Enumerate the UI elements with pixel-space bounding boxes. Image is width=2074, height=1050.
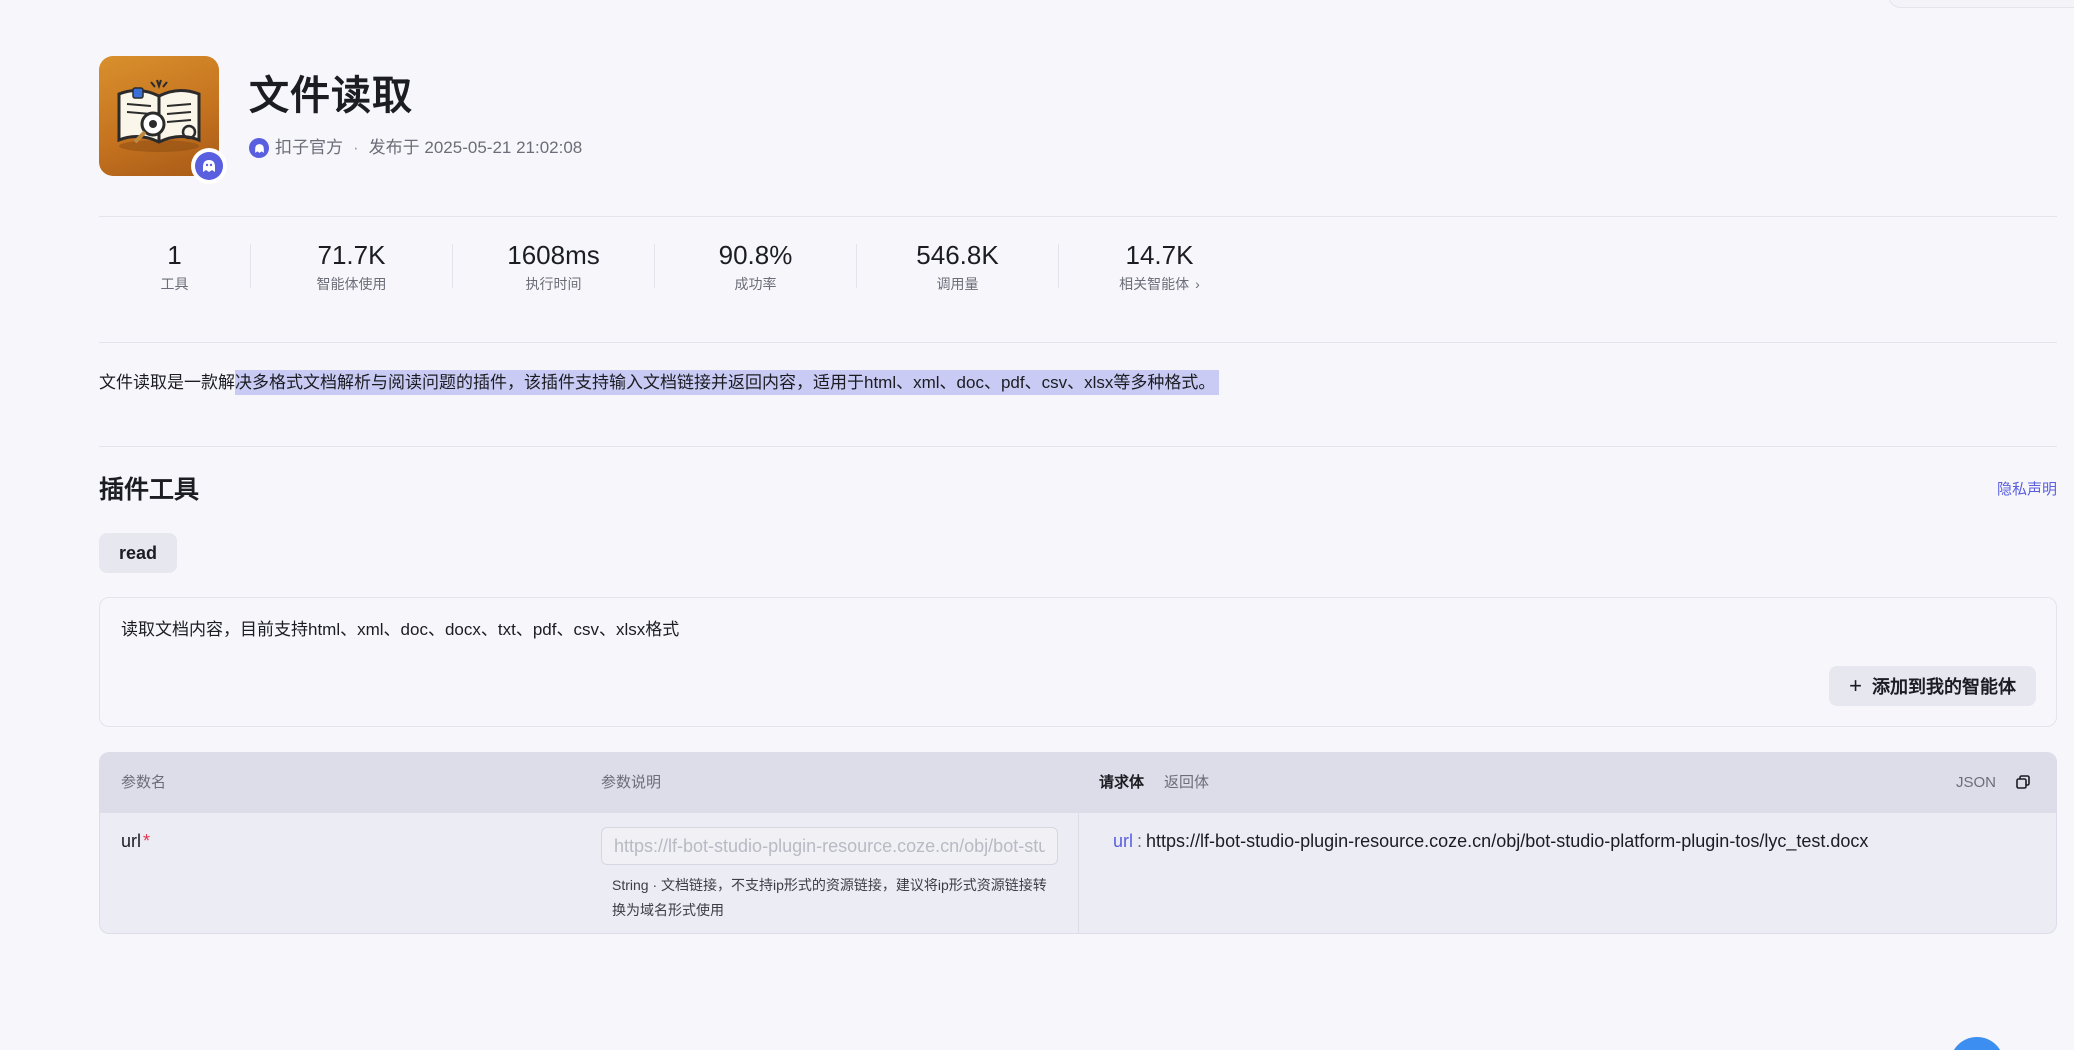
params-table-header: 参数名 参数说明 请求体 返回体 JSON [100, 753, 2056, 813]
stats-row: 1 工具 71.7K 智能体使用 1608ms 执行时间 90.8% 成功率 5… [99, 240, 1260, 292]
required-mark: * [143, 831, 151, 851]
coze-org-icon [249, 138, 269, 158]
privacy-link[interactable]: 隐私声明 [1997, 480, 2057, 500]
plus-icon: + [1849, 673, 1862, 698]
stat-value: 1 [167, 240, 182, 270]
plugin-header: 文件读取 扣子官方 · 发布于 2025-05-21 21:02:08 [99, 56, 2057, 184]
json-example: url: https://lf-bot-studio-plugin-resourc… [1113, 829, 1868, 853]
stat-related-bots[interactable]: 14.7K 相关智能体 › [1059, 240, 1260, 292]
json-value: https://lf-bot-studio-plugin-resource.co… [1146, 831, 1869, 851]
stat-value: 90.8% [718, 240, 793, 270]
stat-label: 工具 [160, 276, 189, 292]
divider [99, 446, 2057, 447]
divider [99, 216, 2057, 217]
param-help-text: String · 文档链接，不支持ip形式的资源链接，建议将ip形式资源链接转换… [612, 877, 1047, 918]
tab-request-body[interactable]: 请求体 [1099, 773, 1144, 793]
stat-value: 546.8K [916, 240, 999, 270]
stat-bot-usage: 71.7K 智能体使用 [251, 240, 453, 292]
publisher-name[interactable]: 扣子官方 [275, 136, 343, 160]
book-reading-icon [99, 56, 227, 184]
header-param-desc: 参数说明 [601, 774, 662, 791]
stat-value: 1608ms [507, 240, 600, 270]
param-name-url: url * [121, 829, 150, 853]
floating-action-button[interactable] [1950, 1037, 2004, 1050]
column-divider [1078, 813, 1079, 933]
tab-response-body[interactable]: 返回体 [1164, 773, 1209, 793]
param-name-text: url [121, 831, 142, 851]
coze-official-badge-icon [195, 152, 223, 180]
plugin-description: 文件读取是一款解决多格式文档解析与阅读问题的插件，该插件支持输入文档链接并返回内… [99, 368, 1220, 398]
stat-call-count: 546.8K 调用量 [857, 240, 1059, 292]
chevron-right-icon: › [1195, 276, 1200, 292]
divider [99, 342, 2057, 343]
params-table-body: url* String · 文档链接，不支持ip形式的资源链接，建议将ip形式资… [100, 813, 2056, 933]
description-selected-text: 决多格式文档解析与阅读问题的插件，该插件支持输入文档链接并返回内容，适用于htm… [235, 370, 1220, 395]
stat-value: 71.7K [317, 240, 386, 270]
book-illustration-icon [117, 79, 201, 152]
stat-success-rate: 90.8% 成功率 [655, 240, 857, 292]
stat-label[interactable]: 相关智能体 › [1059, 274, 1260, 294]
copy-icon[interactable] [2016, 775, 2030, 795]
stat-label: 执行时间 [525, 276, 582, 292]
header-param-name: 参数名 [121, 774, 167, 791]
page-title: 文件读取 [249, 74, 413, 118]
url-param-input[interactable] [601, 827, 1058, 865]
stat-label: 调用量 [936, 276, 979, 292]
json-colon: : [1137, 831, 1143, 851]
official-badge [191, 148, 227, 184]
tool-description: 读取文档内容，目前支持html、xml、doc、docx、txt、pdf、csv… [121, 620, 680, 639]
stat-label: 智能体使用 [316, 276, 387, 292]
tool-card: 读取文档内容，目前支持html、xml、doc、docx、txt、pdf、csv… [99, 597, 2057, 727]
add-to-my-bot-button[interactable]: + 添加到我的智能体 [1829, 666, 2036, 706]
stat-exec-time: 1608ms 执行时间 [453, 240, 655, 292]
publish-date: 发布于 2025-05-21 21:02:08 [368, 138, 583, 157]
description-text: 文件读取是一款解 [99, 373, 235, 392]
related-bots-link[interactable]: 相关智能体 [1119, 276, 1189, 292]
meta-separator: · [353, 138, 359, 157]
params-table: 参数名 参数说明 请求体 返回体 JSON url* String · 文档链接… [99, 752, 2057, 934]
stat-tools: 1 工具 [99, 240, 251, 292]
page: 文件读取 扣子官方 · 发布于 2025-05-21 21:02:08 1 工具… [0, 0, 2074, 1050]
json-key: url [1113, 831, 1134, 851]
json-label: JSON [1955, 774, 1996, 791]
add-button-label: 添加到我的智能体 [1872, 677, 2016, 697]
stat-label: 成功率 [734, 276, 777, 292]
top-search-pill[interactable] [1888, 0, 2074, 8]
tab-read[interactable]: read [99, 533, 178, 573]
publish-meta: 扣子官方 · 发布于 2025-05-21 21:02:08 [249, 136, 582, 160]
section-title: 插件工具 [99, 476, 200, 504]
stat-value: 14.7K [1125, 240, 1194, 270]
